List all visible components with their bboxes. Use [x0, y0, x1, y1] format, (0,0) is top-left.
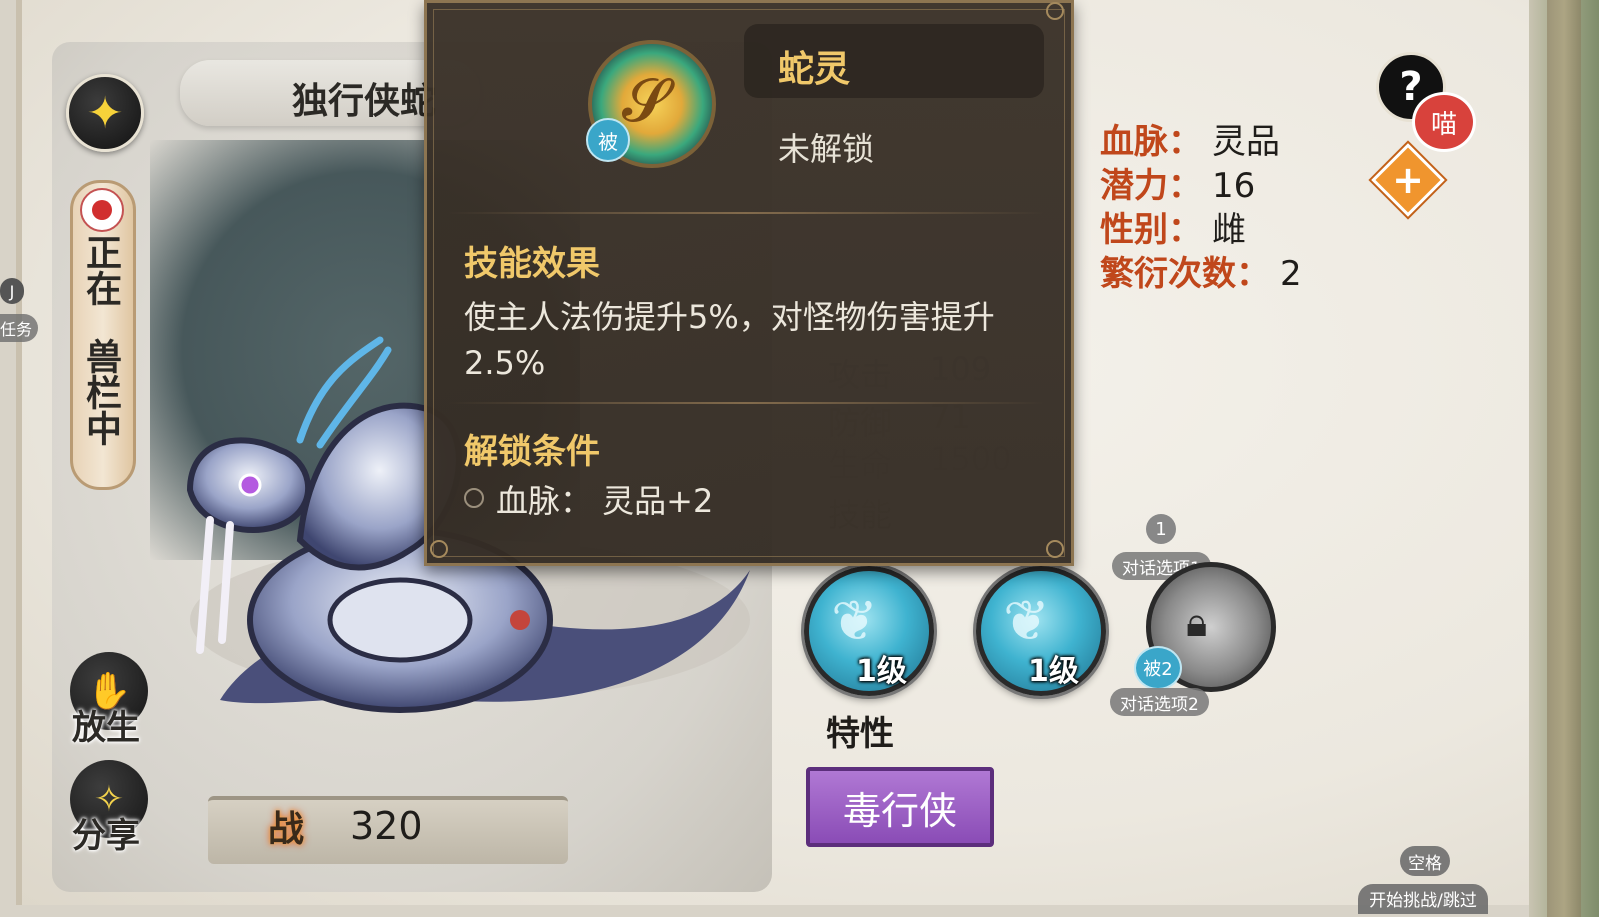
passive-badge-icon: 被2 — [1134, 646, 1182, 690]
effect-title: 技能效果 — [464, 244, 600, 284]
passive-type-badge: 被 — [586, 118, 630, 162]
unlock-title: 解锁条件 — [464, 432, 600, 472]
space-key-hint: 空格 — [1400, 846, 1450, 876]
skill-name: 蛇灵 — [778, 49, 851, 90]
stat-key: 性别： — [1100, 210, 1202, 250]
task-edge-button[interactable]: 任务 — [0, 314, 38, 342]
favorite-star-button[interactable]: ✦ — [66, 74, 144, 152]
dialog-option2-hint[interactable]: 对话选项2 — [1110, 688, 1209, 716]
tree-decoration — [1529, 0, 1599, 917]
edge-key-badge: J — [0, 278, 24, 304]
lock-icon: 🔒︎ — [1186, 600, 1208, 646]
spiral-glyph-icon: 𝓢 — [622, 66, 669, 136]
skill-2-level: 1级 — [1028, 654, 1079, 689]
status-text-line1: 正在 — [80, 234, 121, 306]
status-text-line2: 兽栏中 — [80, 338, 121, 446]
start-challenge-hint[interactable]: 开始挑战/跳过 — [1358, 884, 1488, 914]
effect-text: 使主人法伤提升5%，对怪物伤害提升2.5% — [464, 298, 995, 382]
stat-key: 血脉： — [1100, 122, 1202, 162]
trait-label: 特性 — [826, 714, 894, 754]
meow-chat-button[interactable]: 喵 — [1412, 92, 1476, 152]
dialog-option1-number: 1 — [1146, 514, 1176, 544]
skill-lock-status: 未解锁 — [778, 130, 875, 168]
stat-key: 潜力： — [1100, 166, 1202, 206]
tooltip-divider — [448, 402, 1044, 404]
unlock-condition: 血脉： 灵品+2 — [496, 482, 714, 520]
stat-potential: 潜力： 16 — [1100, 158, 1255, 207]
release-label: 放生 — [72, 708, 140, 748]
plus-icon: + — [1392, 158, 1424, 202]
stat-breed-count: 繁衍次数： 2 — [1100, 246, 1302, 295]
location-pin-icon — [80, 188, 124, 232]
dragon-skill-icon: ❦ — [1003, 589, 1050, 654]
pet-name: 独行侠蛇 — [292, 81, 437, 122]
trait-button[interactable]: 毒行侠 — [806, 767, 994, 847]
tooltip-corner — [430, 540, 448, 558]
stat-key: 繁衍次数： — [1100, 254, 1270, 294]
star-icon: ✦ — [86, 87, 124, 139]
stat-bloodline: 血脉： 灵品 — [1100, 114, 1280, 163]
tooltip-divider — [448, 212, 1044, 214]
tooltip-corner — [1046, 540, 1064, 558]
dragon-skill-icon: ❦ — [831, 589, 878, 654]
game-screen: 独行侠蛇 ✦ 正在 兽栏中 ✋ 放生 ✧ 分享 战 320 攻 — [0, 0, 1599, 917]
skill-1-level: 1级 — [856, 654, 907, 689]
power-value: 320 — [350, 804, 423, 848]
stat-value: 2 — [1280, 254, 1302, 294]
share-label: 分享 — [72, 816, 140, 856]
bullet-icon — [464, 488, 484, 508]
stat-value: 16 — [1212, 166, 1256, 206]
stat-gender: 性别：雌 — [1100, 202, 1246, 251]
stat-value: 灵品 — [1212, 122, 1280, 162]
tooltip-corner — [1046, 2, 1064, 20]
power-badge: 战 — [268, 809, 305, 850]
stat-value: 雌 — [1212, 210, 1246, 250]
